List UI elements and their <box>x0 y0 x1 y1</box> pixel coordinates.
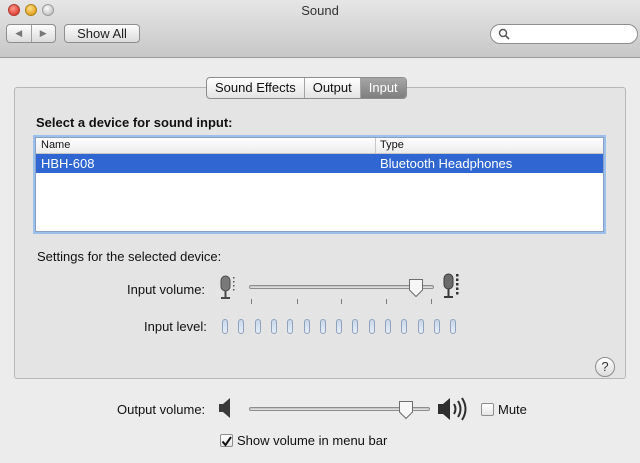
table-row[interactable]: HBH-608 Bluetooth Headphones <box>36 154 603 173</box>
level-segment <box>433 319 440 334</box>
input-level-label: Input level: <box>144 319 207 334</box>
show-volume-checkbox[interactable] <box>220 434 233 447</box>
tab-output[interactable]: Output <box>303 78 360 98</box>
input-panel <box>14 87 626 379</box>
input-volume-slider[interactable] <box>249 278 434 308</box>
checkmark-icon <box>221 436 232 447</box>
level-segment <box>254 319 261 334</box>
level-segment <box>270 319 277 334</box>
column-header-name[interactable]: Name <box>41 139 70 151</box>
forward-button[interactable]: ▶ <box>30 25 56 42</box>
show-all-button[interactable]: Show All <box>64 24 140 43</box>
level-segment <box>417 319 424 334</box>
back-forward-group: ◀ ▶ <box>6 24 56 43</box>
slider-tick <box>297 299 298 304</box>
level-segment <box>287 319 294 334</box>
input-volume-label: Input volume: <box>127 282 206 297</box>
slider-track <box>249 285 434 289</box>
microphone-low-icon <box>220 275 235 299</box>
mute-checkbox[interactable] <box>481 403 494 416</box>
level-segment <box>352 319 359 334</box>
output-volume-label: Output volume: <box>117 402 206 417</box>
window-toolbar: Sound ◀ ▶ Show All <box>0 0 640 58</box>
column-divider <box>375 138 376 153</box>
speaker-high-icon <box>438 397 467 421</box>
slider-tick <box>251 299 252 304</box>
output-volume-slider[interactable] <box>249 400 430 424</box>
search-field[interactable] <box>490 24 638 44</box>
level-segment <box>368 319 375 334</box>
slider-knob[interactable] <box>398 400 414 420</box>
slider-tick <box>341 299 342 304</box>
window-title: Sound <box>301 3 339 18</box>
tab-input[interactable]: Input <box>359 78 406 98</box>
level-segment <box>336 319 343 334</box>
device-select-heading: Select a device for sound input: <box>36 115 233 130</box>
level-segment <box>401 319 408 334</box>
slider-tick <box>386 299 387 304</box>
column-header-type[interactable]: Type <box>380 139 404 151</box>
device-type-cell: Bluetooth Headphones <box>380 156 513 171</box>
search-icon <box>498 28 510 40</box>
level-segment <box>319 319 326 334</box>
level-segment <box>303 319 310 334</box>
speaker-low-icon <box>219 398 230 418</box>
search-input[interactable] <box>513 26 631 42</box>
level-segment <box>238 319 245 334</box>
slider-tick <box>431 299 432 304</box>
level-segment <box>385 319 391 334</box>
show-volume-label[interactable]: Show volume in menu bar <box>237 433 387 448</box>
slider-knob[interactable] <box>408 278 424 298</box>
back-button[interactable]: ◀ <box>7 25 31 42</box>
tab-sound-effects[interactable]: Sound Effects <box>207 78 304 98</box>
device-name-cell: HBH-608 <box>41 156 95 171</box>
tab-bar: Sound Effects Output Input <box>206 77 407 99</box>
settings-heading: Settings for the selected device: <box>37 249 222 264</box>
mute-label[interactable]: Mute <box>498 402 527 417</box>
help-button[interactable]: ? <box>595 357 615 377</box>
microphone-high-icon <box>443 273 459 298</box>
table-header: Name Type <box>36 138 603 154</box>
level-segment <box>450 319 457 334</box>
device-table[interactable]: Name Type HBH-608 Bluetooth Headphones <box>35 137 604 232</box>
level-segment <box>222 319 228 334</box>
